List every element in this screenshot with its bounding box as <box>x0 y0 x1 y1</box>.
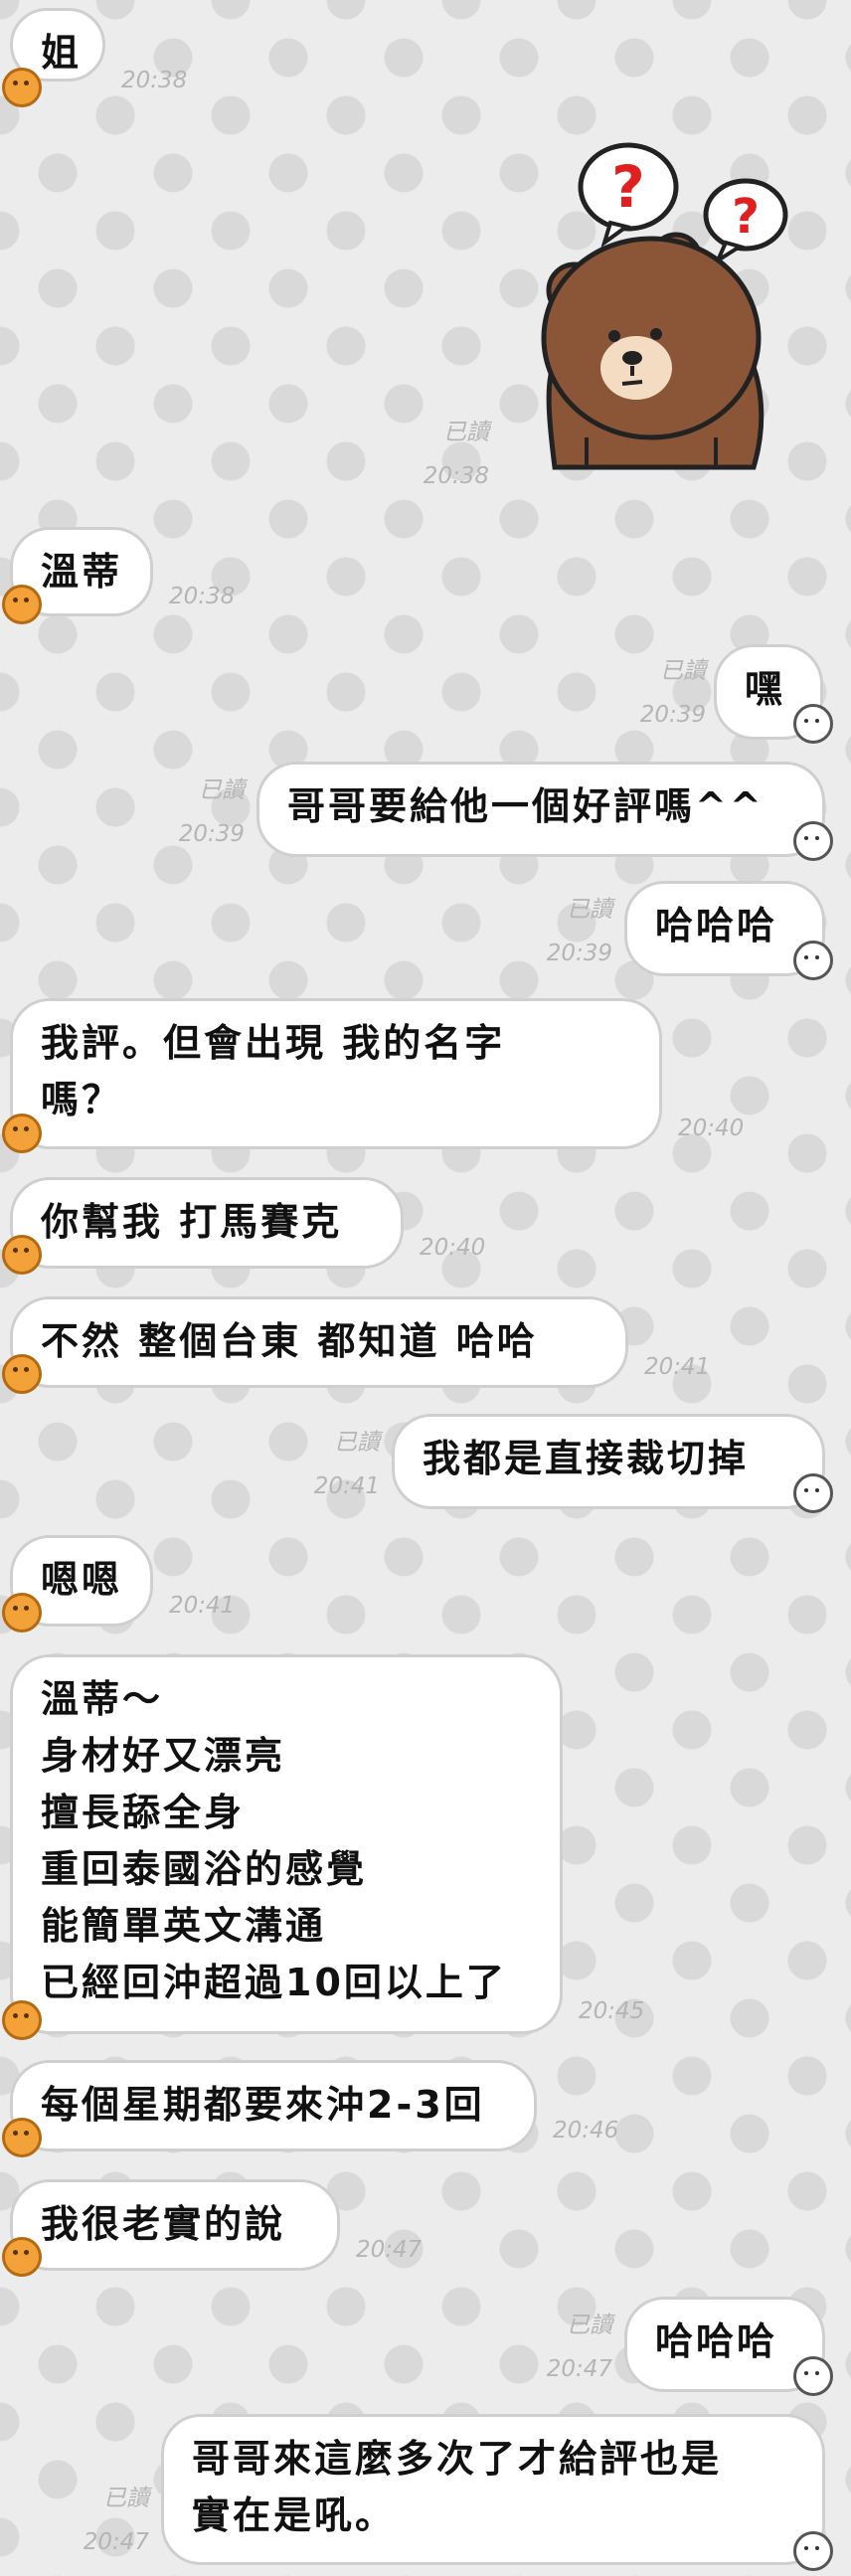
message-time: 20:41 <box>313 1473 380 1499</box>
own-avatar-icon[interactable] <box>793 941 833 980</box>
message-bubble-outgoing[interactable]: 我都是直接裁切掉 <box>392 1414 825 1509</box>
message-bubble-incoming[interactable]: 我很老實的說 <box>10 2179 340 2271</box>
sender-avatar-icon[interactable] <box>2 2000 42 2040</box>
message-time: 20:38 <box>423 463 489 489</box>
own-avatar-icon[interactable] <box>793 2531 833 2571</box>
sender-avatar-icon[interactable] <box>2 1114 42 1153</box>
message-time: 20:46 <box>553 2118 619 2144</box>
read-receipt: 已讀 <box>103 2486 149 2511</box>
message-bubble-outgoing[interactable]: 哥哥來這麼多次了才給評也是 實在是吼。 <box>161 2414 825 2565</box>
read-receipt: 已讀 <box>660 658 706 684</box>
own-avatar-icon[interactable] <box>793 2356 833 2396</box>
message-bubble-incoming[interactable]: 我評。但會出現 我的名字 嗎？ <box>10 998 662 1149</box>
message-time: 20:47 <box>83 2529 149 2555</box>
read-receipt: 已讀 <box>567 2313 612 2338</box>
own-avatar-icon[interactable] <box>793 704 833 744</box>
chat-log: 姐 20:38 已讀 20:38 ? ? 溫蒂 20:38 已讀 20:39 嘿… <box>0 0 851 2576</box>
own-avatar-icon[interactable] <box>793 821 833 861</box>
message-time: 20:39 <box>639 702 706 728</box>
message-time: 20:41 <box>169 1593 236 1619</box>
message-time: 20:39 <box>546 941 612 966</box>
sender-avatar-icon[interactable] <box>2 68 42 107</box>
message-time: 20:40 <box>678 1116 745 1141</box>
svg-text:?: ? <box>611 153 645 221</box>
message-time: 20:47 <box>546 2356 612 2382</box>
message-bubble-incoming[interactable]: 你幫我 打馬賽克 <box>10 1177 404 1269</box>
message-bubble-outgoing[interactable]: 哥哥要給他一個好評嗎^^ <box>256 762 825 857</box>
message-time: 20:40 <box>420 1235 486 1261</box>
read-receipt: 已讀 <box>199 777 245 803</box>
message-bubble-incoming[interactable]: 溫蒂～ 身材好又漂亮 擅長舔全身 重回泰國浴的感覺 能簡單英文溝通 已經回沖超過… <box>10 1654 563 2034</box>
sender-avatar-icon[interactable] <box>2 1593 42 1632</box>
svg-text:?: ? <box>732 189 760 245</box>
sender-avatar-icon[interactable] <box>2 1354 42 1394</box>
own-avatar-icon[interactable] <box>793 1473 833 1513</box>
message-bubble-incoming[interactable]: 每個星期都要來沖2-3回 <box>10 2060 537 2151</box>
sender-avatar-icon[interactable] <box>2 2118 42 2157</box>
sender-avatar-icon[interactable] <box>2 2237 42 2277</box>
confused-bear-sticker[interactable]: ? ? <box>527 139 805 497</box>
read-receipt: 已讀 <box>567 897 612 923</box>
read-receipt: 已讀 <box>334 1430 380 1456</box>
message-time: 20:38 <box>121 68 188 93</box>
bear-icon <box>541 232 765 470</box>
message-time: 20:47 <box>356 2237 423 2263</box>
sender-avatar-icon[interactable] <box>2 1235 42 1275</box>
question-mark-icon: ? <box>578 142 679 249</box>
message-time: 20:41 <box>644 1354 711 1380</box>
message-bubble-incoming[interactable]: 不然 整個台東 都知道 哈哈 <box>10 1296 628 1388</box>
message-time: 20:38 <box>169 584 236 609</box>
question-mark-icon: ? <box>703 178 788 266</box>
message-time: 20:39 <box>178 821 245 847</box>
read-receipt: 已讀 <box>443 420 489 445</box>
message-time: 20:45 <box>579 1998 645 2024</box>
sender-avatar-icon[interactable] <box>2 585 42 624</box>
